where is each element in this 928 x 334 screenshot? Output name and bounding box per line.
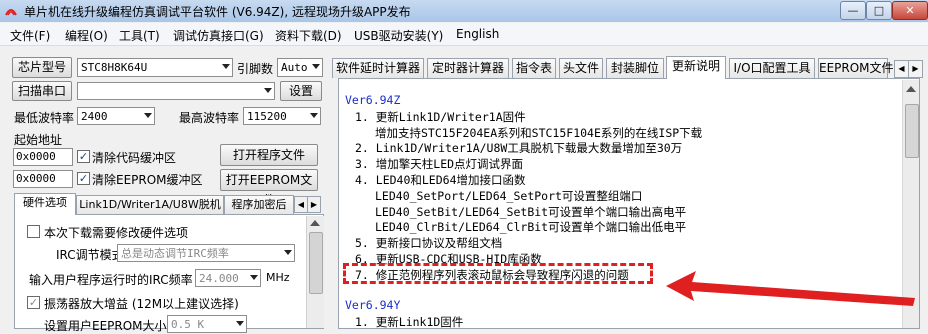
doc-line: 3. 增加擎天柱LED点灯调试界面 <box>355 157 524 172</box>
tab-offline[interactable]: Link1D/Writer1A/U8W脱机 <box>76 195 224 214</box>
pin-count-value: Auto <box>281 61 308 74</box>
menu-file[interactable]: 文件(F) <box>10 27 50 44</box>
freq-unit: MHz <box>266 271 290 284</box>
tab-update-notes[interactable]: 更新说明 <box>666 56 726 79</box>
irc-mode-label: IRC调节模式 <box>56 248 124 262</box>
modify-option-checkbox[interactable] <box>27 225 40 238</box>
tab-encryption[interactable]: 程序加密后 <box>224 195 294 214</box>
title-bar: 单片机在线升级编程仿真调试平台软件 (V6.94Z), 远程现场升级APP发布 … <box>0 0 928 22</box>
settings-button[interactable]: 设置 <box>280 81 322 101</box>
tab-header-file[interactable]: 头文件 <box>559 58 603 78</box>
scan-port-button[interactable]: 扫描串口 <box>12 81 72 101</box>
eeprom-address-input[interactable]: 0x0000 <box>13 170 73 188</box>
scroll-up-icon[interactable] <box>906 86 916 92</box>
tab-scroll-left-icon[interactable]: ◀ <box>294 196 308 213</box>
doc-line: 增加支持STC15F204EA系列和STC15F104E系列的在线ISP下载 <box>375 125 703 140</box>
chevron-down-icon <box>264 88 272 93</box>
tab-eeprom-file[interactable]: EEPROM文件 <box>818 58 894 78</box>
tab-io-config[interactable]: I/O口配置工具 <box>729 58 815 78</box>
irc-mode-select[interactable]: 总是动态调节IRC频率 <box>117 244 295 262</box>
hardware-options-panel: 本次下载需要修改硬件选项 IRC调节模式 总是动态调节IRC频率 输入用户程序运… <box>14 214 324 333</box>
min-baud-value: 2400 <box>81 110 108 123</box>
doc-line: LED40_SetBit/LED64_SetBit可设置单个端口输出高电平 <box>375 204 687 219</box>
tab-hardware-options[interactable]: 硬件选项 <box>14 193 76 215</box>
tab-timer-calculator[interactable]: 定时器计算器 <box>427 58 509 78</box>
version-heading: Ver6.94Z <box>345 93 401 107</box>
max-baud-select[interactable]: 115200 <box>243 107 321 125</box>
irc-mode-value: 总是动态调节IRC频率 <box>121 247 229 260</box>
doc-line: 5. 更新接口协议及帮组文档 <box>355 236 503 251</box>
maximize-button[interactable]: □ <box>866 1 892 20</box>
input-freq-select[interactable]: 24.000 <box>195 269 261 287</box>
clear-eeprom-label: 清除EEPROM缓冲区 <box>92 173 203 187</box>
pin-count-label: 引脚数 <box>237 62 274 76</box>
tab-delay-calculator[interactable]: 软件延时计算器 <box>332 58 424 78</box>
menu-english[interactable]: English <box>456 27 499 41</box>
chevron-down-icon <box>144 113 152 118</box>
tab-scroll-left-icon[interactable]: ◀ <box>894 60 909 78</box>
input-freq-value: 24.000 <box>199 272 239 285</box>
osc-gain-label: 振荡器放大增益 (12M以上建议选择) <box>44 297 239 311</box>
chevron-down-icon <box>312 64 320 69</box>
chevron-down-icon <box>284 250 292 255</box>
red-arrow-icon <box>666 271 915 306</box>
start-address-label: 起始地址 <box>14 133 63 147</box>
chevron-down-icon <box>250 275 258 280</box>
menu-debug[interactable]: 调试仿真接口(G) <box>173 27 264 44</box>
modify-option-label: 本次下载需要修改硬件选项 <box>44 226 189 240</box>
tab-scroll-right-icon[interactable]: ▶ <box>908 60 923 78</box>
eeprom-size-select[interactable]: 0.5 K <box>167 315 247 333</box>
doc-line: 1. 更新Link1D/Writer1A固件 <box>355 109 526 124</box>
chip-model-button[interactable]: 芯片型号 <box>12 57 72 78</box>
osc-gain-checkbox[interactable]: ✓ <box>27 296 40 309</box>
menu-program[interactable]: 编程(O) <box>65 27 108 44</box>
window-title: 单片机在线升级编程仿真调试平台软件 (V6.94Z), 远程现场升级APP发布 <box>24 5 411 19</box>
doc-line: 1. 更新Link1D固件 <box>355 315 464 329</box>
minimize-button[interactable]: — <box>840 1 866 20</box>
doc-line: 4. LED40和LED64增加接口函数 <box>355 173 526 187</box>
menu-download[interactable]: 资料下载(D) <box>275 27 342 44</box>
eeprom-size-value: 0.5 K <box>171 318 205 331</box>
chevron-down-icon <box>310 113 318 118</box>
chevron-down-icon <box>222 64 230 69</box>
doc-line: 2. Link1D/Writer1A/U8W工具脱机下载最大数量增加至30万 <box>355 141 683 156</box>
clear-code-label: 清除代码缓冲区 <box>92 151 177 165</box>
scroll-up-icon[interactable] <box>310 220 320 226</box>
tab-instruction-table[interactable]: 指令表 <box>512 58 556 78</box>
chip-model-select[interactable]: STC8H8K64U <box>77 58 233 77</box>
menu-bar: 文件(F) 编程(O) 工具(T) 调试仿真接口(G) 资料下载(D) USB驱… <box>0 23 928 46</box>
min-baud-select[interactable]: 2400 <box>77 107 155 125</box>
eeprom-size-label: 设置用户EEPROM大小 <box>44 319 167 333</box>
open-eeprom-button[interactable]: 打开EEPROM文件 <box>220 169 318 207</box>
chip-model-value: STC8H8K64U <box>81 61 148 74</box>
max-baud-label: 最高波特率 <box>179 111 240 125</box>
highlight-box <box>343 263 653 284</box>
tab-scroll-right-icon[interactable]: ▶ <box>307 196 321 213</box>
open-program-button[interactable]: 打开程序文件 <box>220 144 318 166</box>
pin-count-select[interactable]: Auto <box>277 58 323 77</box>
menu-usb-driver[interactable]: USB驱动安装(Y) <box>354 27 443 44</box>
port-select[interactable] <box>77 82 275 100</box>
doc-line: LED40_SetPort/LED64_SetPort可设置整组端口 <box>375 188 643 203</box>
version-heading: Ver6.94Y <box>345 298 401 313</box>
clear-eeprom-checkbox[interactable]: ✓ <box>77 172 90 185</box>
min-baud-label: 最低波特率 <box>14 111 75 125</box>
input-freq-label: 输入用户程序运行时的IRC频率 <box>29 273 193 287</box>
left-scroll-thumb[interactable] <box>309 232 323 294</box>
max-baud-value: 115200 <box>247 110 287 123</box>
chevron-down-icon <box>236 321 244 326</box>
left-panel-scrollbar[interactable] <box>306 216 324 328</box>
close-button[interactable]: ✕ <box>892 1 928 20</box>
clear-code-checkbox[interactable]: ✓ <box>77 150 90 163</box>
doc-line: LED40_ClrBit/LED64_ClrBit可设置单个端口输出低电平 <box>375 220 687 235</box>
doc-scroll-thumb[interactable] <box>905 104 919 158</box>
code-address-input[interactable]: 0x0000 <box>13 148 73 166</box>
app-icon <box>5 9 17 16</box>
tab-package-pins[interactable]: 封装脚位 <box>606 58 664 78</box>
menu-tools[interactable]: 工具(T) <box>119 27 160 44</box>
